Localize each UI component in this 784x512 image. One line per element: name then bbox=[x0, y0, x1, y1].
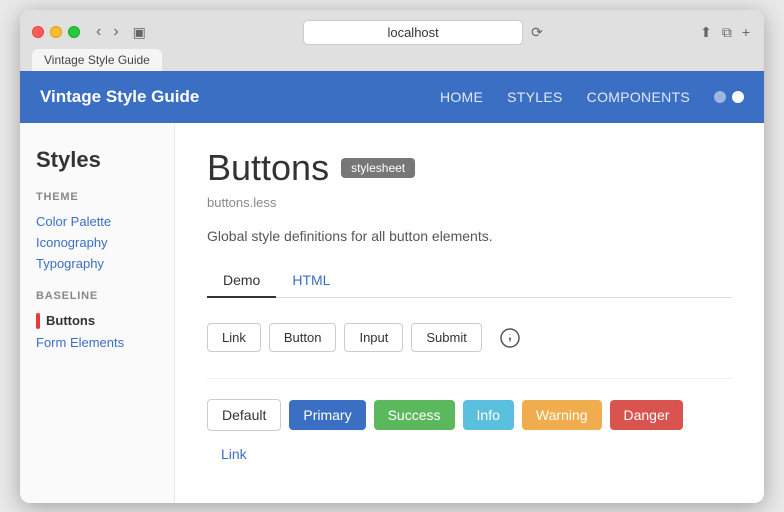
btn-link-outline[interactable]: Link bbox=[207, 323, 261, 352]
address-bar[interactable]: localhost bbox=[303, 20, 523, 45]
btn-danger[interactable]: Danger bbox=[610, 400, 684, 430]
browser-actions: ⬆ ⧉ + bbox=[698, 22, 752, 43]
tab-label: Vintage Style Guide bbox=[44, 53, 150, 67]
active-indicator bbox=[36, 313, 40, 329]
address-bar-container: localhost ⟳ bbox=[156, 20, 690, 45]
sidebar-theme-section: THEME Color Palette Iconography Typograp… bbox=[36, 191, 158, 274]
sidebar-baseline-label: BASELINE bbox=[36, 290, 158, 302]
browser-nav-buttons: ‹ › bbox=[92, 22, 123, 42]
browser-window: ‹ › ▣ localhost ⟳ ⬆ ⧉ + Vintage Style Gu… bbox=[20, 10, 764, 503]
new-tab-button[interactable]: + bbox=[740, 22, 752, 42]
duplicate-button[interactable]: ⧉ bbox=[720, 22, 734, 43]
browser-tab-bar: Vintage Style Guide bbox=[20, 45, 764, 71]
btn-success[interactable]: Success bbox=[374, 400, 455, 430]
btn-default[interactable]: Default bbox=[207, 399, 281, 431]
btn-primary[interactable]: Primary bbox=[289, 400, 365, 430]
browser-chrome: ‹ › ▣ localhost ⟳ ⬆ ⧉ + bbox=[20, 10, 764, 45]
refresh-button[interactable]: ⟳ bbox=[531, 24, 543, 41]
close-button[interactable] bbox=[32, 26, 44, 38]
btn-button-outline[interactable]: Button bbox=[269, 323, 337, 352]
sidebar-link-color-palette[interactable]: Color Palette bbox=[36, 211, 158, 232]
page-description: Global style definitions for all button … bbox=[207, 228, 732, 244]
cursor-icon bbox=[498, 326, 522, 350]
btn-info[interactable]: Info bbox=[463, 400, 514, 430]
sidebar-toggle-button[interactable]: ▣ bbox=[131, 22, 148, 43]
tabs: Demo HTML bbox=[207, 264, 732, 298]
nav-home[interactable]: HOME bbox=[440, 89, 483, 105]
sidebar-link-iconography[interactable]: Iconography bbox=[36, 232, 158, 253]
nav-links: HOME STYLES COMPONENTS bbox=[440, 89, 690, 105]
sidebar-baseline-section: BASELINE Buttons Form Elements bbox=[36, 290, 158, 353]
page-header: Buttons stylesheet bbox=[207, 147, 732, 189]
traffic-lights bbox=[32, 26, 80, 38]
btn-warning[interactable]: Warning bbox=[522, 400, 602, 430]
nav-dot-2[interactable] bbox=[732, 91, 744, 103]
stylesheet-badge: stylesheet bbox=[341, 158, 415, 178]
nav-dots bbox=[714, 91, 744, 103]
main-content: Buttons stylesheet buttons.less Global s… bbox=[175, 123, 764, 503]
page-title: Buttons bbox=[207, 147, 329, 189]
sidebar-title: Styles bbox=[36, 147, 158, 173]
app-body: Styles THEME Color Palette Iconography T… bbox=[20, 123, 764, 503]
sidebar-theme-label: THEME bbox=[36, 191, 158, 203]
minimize-button[interactable] bbox=[50, 26, 62, 38]
nav-styles[interactable]: STYLES bbox=[507, 89, 563, 105]
maximize-button[interactable] bbox=[68, 26, 80, 38]
back-button[interactable]: ‹ bbox=[92, 22, 105, 42]
outline-button-row: Link Button Input Submit bbox=[207, 318, 732, 379]
forward-button[interactable]: › bbox=[109, 22, 122, 42]
sidebar-link-form-elements[interactable]: Form Elements bbox=[36, 332, 158, 353]
app-brand: Vintage Style Guide bbox=[40, 87, 199, 107]
browser-tab-active[interactable]: Vintage Style Guide bbox=[32, 49, 162, 71]
tab-demo[interactable]: Demo bbox=[207, 264, 276, 298]
cursor-area bbox=[490, 318, 530, 358]
share-button[interactable]: ⬆ bbox=[698, 22, 714, 43]
sidebar-item-buttons-active: Buttons bbox=[36, 310, 158, 332]
page-subtitle: buttons.less bbox=[207, 195, 732, 210]
btn-input-outline[interactable]: Input bbox=[344, 323, 403, 352]
sidebar-active-label: Buttons bbox=[46, 313, 95, 328]
btn-submit-outline[interactable]: Submit bbox=[411, 323, 481, 352]
sidebar: Styles THEME Color Palette Iconography T… bbox=[20, 123, 175, 503]
sidebar-link-typography[interactable]: Typography bbox=[36, 253, 158, 274]
nav-components[interactable]: COMPONENTS bbox=[587, 89, 690, 105]
app-nav: Vintage Style Guide HOME STYLES COMPONEN… bbox=[20, 71, 764, 123]
variant-button-row: Default Primary Success Info Warning Dan… bbox=[207, 399, 732, 469]
tab-html[interactable]: HTML bbox=[276, 264, 346, 298]
btn-link-variant[interactable]: Link bbox=[207, 439, 261, 469]
nav-dot-1[interactable] bbox=[714, 91, 726, 103]
